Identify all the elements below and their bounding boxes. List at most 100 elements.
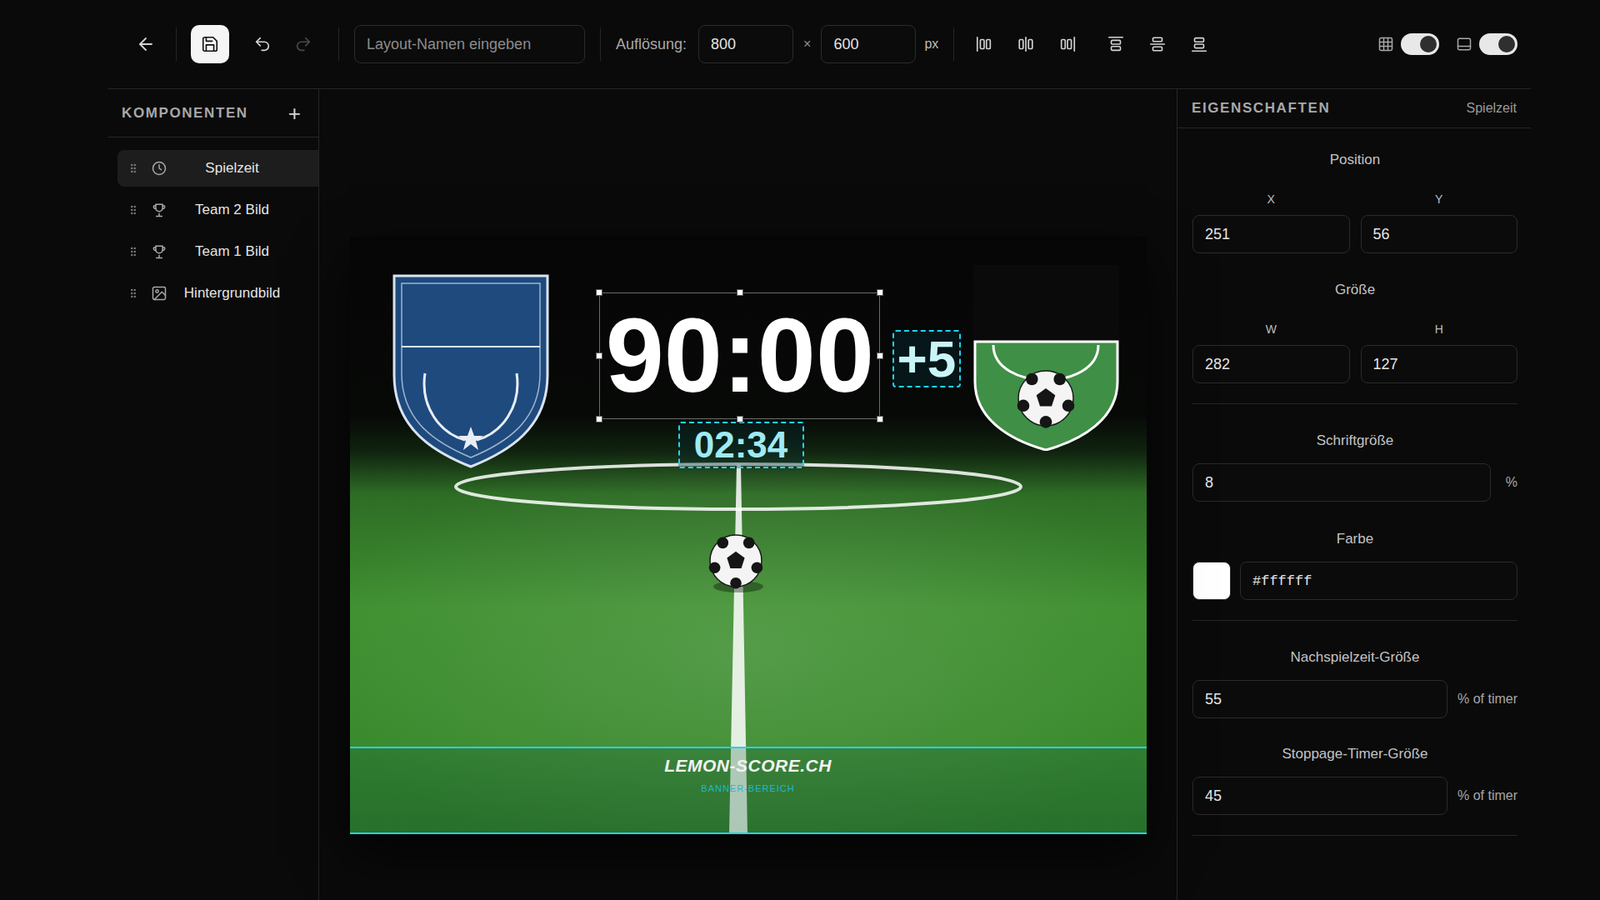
redo-button[interactable] [288, 29, 319, 60]
unit-label: % of timer [1457, 689, 1518, 710]
banner-title: LEMON-SCORE.CH [664, 755, 832, 777]
resize-handle[interactable] [595, 289, 603, 296]
align-right-icon [1058, 35, 1077, 54]
field-label: H [1360, 321, 1519, 337]
separator [1192, 403, 1518, 405]
toolbar: Auflösung: × px [107, 0, 1531, 90]
section-label: Größe [1192, 281, 1518, 299]
resize-handle[interactable] [736, 289, 744, 296]
view-toggles [1377, 33, 1518, 55]
resize-handle[interactable] [595, 352, 603, 360]
component-label: Team 1 Bild [169, 240, 295, 263]
field-group: W [1192, 321, 1350, 384]
stoppage-timer-text: 02:34 [694, 426, 789, 464]
component-item[interactable]: Team 2 Bild [117, 191, 319, 229]
drag-handle-icon [127, 287, 140, 300]
component-list: Spielzeit Team 2 Bild Team 1 Bild Hintergru… [107, 137, 319, 317]
stoppage-timer-box[interactable]: 02:34 [678, 421, 805, 469]
canvas-area: LEMON-SCORE.CH BANNER-BEREICH 02:34 +5 90:00 [319, 89, 1177, 900]
align-center-v-icon [1148, 35, 1167, 54]
section-label: Position [1192, 151, 1518, 169]
position-x-input[interactable] [1192, 215, 1350, 254]
resize-handle[interactable] [595, 415, 603, 423]
align-button[interactable] [1100, 29, 1131, 60]
component-item[interactable]: Team 1 Bild [117, 233, 319, 270]
field-label: Y [1360, 191, 1519, 207]
banner-toggle[interactable] [1479, 33, 1518, 55]
resize-handle[interactable] [876, 289, 884, 296]
section-label: Nachspielzeit-Größe [1192, 649, 1518, 666]
field-label: X [1192, 191, 1350, 207]
align-button[interactable] [1142, 29, 1173, 60]
field-group: H [1360, 321, 1519, 384]
added_time_size-row: % of timer [1192, 680, 1518, 719]
team1-logo[interactable] [391, 273, 550, 469]
align-button[interactable] [1052, 29, 1083, 60]
toolbar-divider [338, 27, 340, 61]
banner-toggle-label [1455, 35, 1473, 53]
trophy-icon [149, 243, 170, 260]
banner-area: LEMON-SCORE.CH BANNER-BEREICH [350, 746, 1147, 835]
height-input[interactable] [820, 25, 916, 64]
width-input[interactable] [698, 25, 794, 64]
grid-toggle-label [1377, 35, 1395, 53]
unit-label: px [924, 34, 939, 55]
redo-arrow-icon [294, 35, 313, 54]
unit-label: % [1505, 472, 1518, 493]
properties-header: EIGENSCHAFTENSpielzeit [1177, 89, 1531, 129]
align-top-icon [1106, 35, 1125, 54]
field-label: W [1192, 321, 1350, 337]
game-timer[interactable]: 90:00 [599, 292, 880, 420]
size-h-input[interactable] [1360, 345, 1519, 384]
color-hex-input[interactable] [1240, 561, 1518, 600]
drag-handle-icon [127, 204, 140, 216]
layout-canvas: LEMON-SCORE.CH BANNER-BEREICH 02:34 +5 90:00 [350, 236, 1147, 835]
properties-body: PositionXYGrößeWHSchriftgröße%FarbeNachs… [1177, 128, 1531, 836]
size-fields: WH [1192, 321, 1518, 384]
layout-editor: Auflösung: × px KOMPONENTEN+ Spielzeit Team … [107, 0, 1531, 900]
added_time_size-input[interactable] [1192, 680, 1448, 719]
component-label: Hintergrundbild [169, 282, 295, 305]
drag-handle-icon [127, 162, 140, 175]
times-sign: × [803, 34, 811, 55]
resize-handle[interactable] [876, 415, 884, 423]
floppy-disk-icon [200, 35, 220, 54]
layout-name-input[interactable] [354, 25, 585, 64]
field-group: X [1192, 191, 1350, 254]
added-time-box[interactable]: +5 [892, 330, 962, 388]
unit-label: % of timer [1457, 785, 1518, 806]
clock-icon [149, 160, 170, 177]
resize-handle[interactable] [736, 415, 744, 423]
toggle-knob [1420, 35, 1437, 53]
resolution-label: Auflösung: [615, 33, 687, 56]
size-w-input[interactable] [1192, 345, 1350, 384]
align-center-h-icon [1016, 35, 1035, 54]
field-group: Y [1360, 191, 1519, 254]
align-button[interactable] [1184, 29, 1215, 60]
font_size-input[interactable] [1192, 463, 1491, 502]
align-button[interactable] [1010, 29, 1041, 60]
added-time-text: +5 [897, 333, 957, 385]
stoppage_size-input[interactable] [1192, 776, 1448, 815]
component-label: Spielzeit [169, 157, 295, 180]
toolbar-divider [600, 27, 601, 61]
resize-handle[interactable] [876, 352, 884, 360]
align-button[interactable] [969, 29, 1000, 60]
section-label: Stoppage-Timer-Größe [1192, 745, 1518, 763]
component-item[interactable]: Spielzeit [117, 150, 319, 187]
color-swatch[interactable] [1192, 561, 1231, 600]
component-item[interactable]: Hintergrundbild [117, 275, 319, 312]
back-button[interactable] [130, 29, 161, 60]
position-y-input[interactable] [1360, 215, 1519, 254]
component-label: Team 2 Bild [169, 199, 295, 221]
save-button[interactable] [190, 25, 230, 64]
grid-toggle[interactable] [1400, 33, 1440, 55]
team2-logo[interactable] [973, 265, 1120, 451]
image-icon [149, 285, 170, 302]
toggle-knob [1498, 35, 1515, 53]
add-component-button[interactable]: + [285, 102, 305, 125]
toolbar-divider [953, 27, 955, 61]
banner-label: BANNER-BEREICH [700, 781, 795, 795]
components-header: KOMPONENTEN+ [107, 89, 319, 138]
undo-button[interactable] [247, 29, 278, 60]
